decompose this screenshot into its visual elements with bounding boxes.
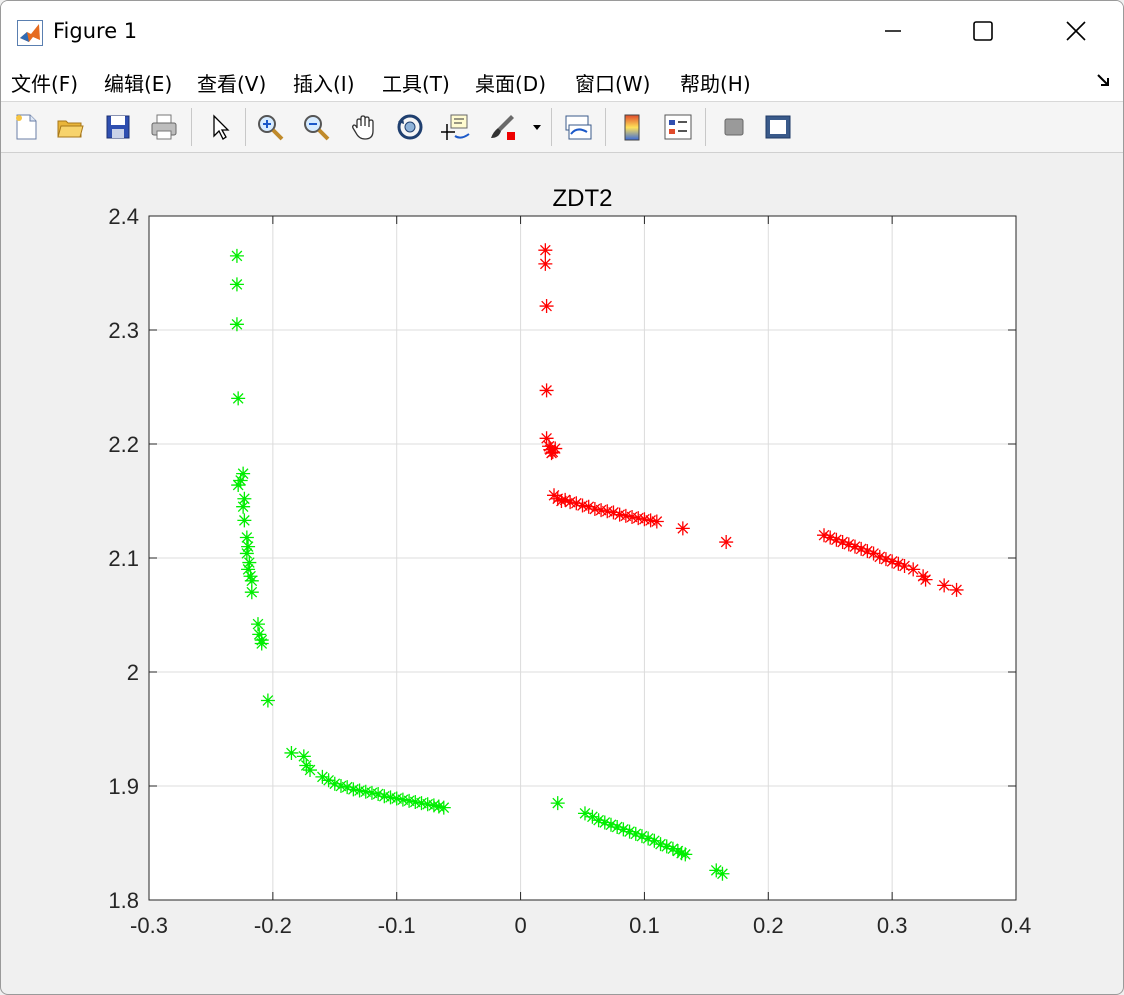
brush-button[interactable] — [485, 110, 519, 144]
legend-icon — [664, 114, 692, 140]
menu-desktop[interactable]: 桌面(D) — [475, 68, 546, 97]
data-point — [284, 745, 299, 760]
data-point — [229, 248, 244, 263]
data-point — [236, 499, 251, 514]
figure-window: Figure 1 文件(F) 编辑(E) 查看(V) 插入(I) 工具(T) 桌… — [0, 0, 1124, 995]
toolbar-separator — [605, 108, 606, 146]
y-tick-label: 1.8 — [108, 888, 139, 913]
menu-help[interactable]: 帮助(H) — [680, 68, 751, 97]
title-bar[interactable]: Figure 1 — [1, 1, 1123, 61]
save-button[interactable] — [101, 110, 135, 144]
data-point — [229, 277, 244, 292]
open-file-icon — [57, 120, 84, 138]
menu-insert[interactable]: 插入(I) — [293, 68, 355, 97]
zoom-in-icon — [258, 115, 284, 141]
x-tick-label: -0.3 — [130, 913, 168, 938]
x-tick-label: 0 — [514, 913, 526, 938]
close-icon — [1066, 21, 1086, 41]
menu-edit[interactable]: 编辑(E) — [104, 68, 172, 97]
minimize-button[interactable] — [863, 11, 923, 51]
open-file-button[interactable] — [53, 110, 87, 144]
maximize-button[interactable] — [953, 11, 1013, 51]
menu-bar: 文件(F) 编辑(E) 查看(V) 插入(I) 工具(T) 桌面(D) 窗口(W… — [1, 61, 1123, 102]
zoom-out-icon — [304, 115, 330, 141]
maximize-icon — [973, 21, 993, 41]
print-icon — [151, 114, 177, 140]
y-tick-label: 2.4 — [108, 204, 139, 229]
rotate-3d-icon — [397, 114, 423, 140]
y-tick-label: 2.1 — [108, 546, 139, 571]
data-point — [260, 693, 275, 708]
matlab-logo-icon — [17, 20, 43, 46]
menu-file[interactable]: 文件(F) — [11, 68, 78, 97]
x-tick-label: 0.4 — [1001, 913, 1032, 938]
data-point — [550, 491, 565, 506]
pan-hand-icon — [352, 115, 374, 140]
chart-title: ZDT2 — [553, 185, 613, 212]
plot-area[interactable]: -0.3 -0.2 -0.1 0 0.1 0.2 0.3 0.4 1.8 1.9 2 2.1 2.2 2… — [1, 153, 1123, 991]
brush-icon — [491, 115, 515, 140]
data-cursor-icon — [441, 114, 470, 140]
data-point — [231, 391, 246, 406]
toolbar-separator — [245, 108, 246, 146]
new-figure-icon — [16, 114, 37, 140]
link-plot-icon — [565, 115, 592, 140]
x-tick-labels: -0.3 -0.2 -0.1 0 0.1 0.2 0.3 0.4 — [130, 913, 1031, 938]
x-tick-label: 0.3 — [877, 913, 908, 938]
colorbar-icon — [624, 114, 640, 141]
toolbar-separator — [551, 108, 552, 146]
menu-tools[interactable]: 工具(T) — [382, 68, 450, 97]
hide-plot-tools-button[interactable] — [717, 110, 751, 144]
toolbar-separator — [191, 108, 192, 146]
toolbar-separator — [705, 108, 706, 146]
select-arrow-icon — [213, 114, 230, 140]
new-figure-button[interactable] — [9, 110, 43, 144]
brush-dropdown[interactable] — [527, 110, 547, 144]
select-button[interactable] — [203, 110, 237, 144]
data-cursor-button[interactable] — [439, 110, 473, 144]
y-tick-label: 1.9 — [108, 774, 139, 799]
save-icon — [106, 115, 130, 139]
print-button[interactable] — [147, 110, 181, 144]
dock-arrow-icon[interactable] — [1095, 71, 1113, 89]
y-tick-label: 2.2 — [108, 432, 139, 457]
y-tick-label: 2.3 — [108, 318, 139, 343]
window-title: Figure 1 — [53, 19, 138, 43]
show-plot-tools-icon — [765, 115, 791, 139]
pan-button[interactable] — [347, 110, 381, 144]
legend-button[interactable] — [661, 110, 695, 144]
link-plot-button[interactable] — [561, 110, 595, 144]
zoom-out-button[interactable] — [299, 110, 333, 144]
y-tick-labels: 1.8 1.9 2 2.1 2.2 2.3 2.4 — [108, 204, 139, 913]
y-tick-label: 2 — [127, 660, 139, 685]
menu-window[interactable]: 窗口(W) — [575, 68, 650, 97]
x-tick-label: 0.1 — [629, 913, 660, 938]
zoom-in-button[interactable] — [253, 110, 287, 144]
hide-plot-tools-icon — [724, 118, 744, 136]
chevron-down-icon — [533, 125, 541, 130]
minimize-icon — [885, 30, 901, 32]
data-point — [229, 317, 244, 332]
x-tick-label: -0.1 — [378, 913, 416, 938]
show-plot-tools-button[interactable] — [761, 110, 795, 144]
menu-view[interactable]: 查看(V) — [197, 68, 266, 97]
x-tick-label: -0.2 — [254, 913, 292, 938]
figure-toolbar — [1, 102, 1123, 153]
data-point — [231, 478, 246, 493]
colorbar-button[interactable] — [615, 110, 649, 144]
close-button[interactable] — [1046, 11, 1106, 51]
rotate-3d-button[interactable] — [393, 110, 427, 144]
x-tick-label: 0.2 — [753, 913, 784, 938]
data-point — [641, 831, 656, 846]
